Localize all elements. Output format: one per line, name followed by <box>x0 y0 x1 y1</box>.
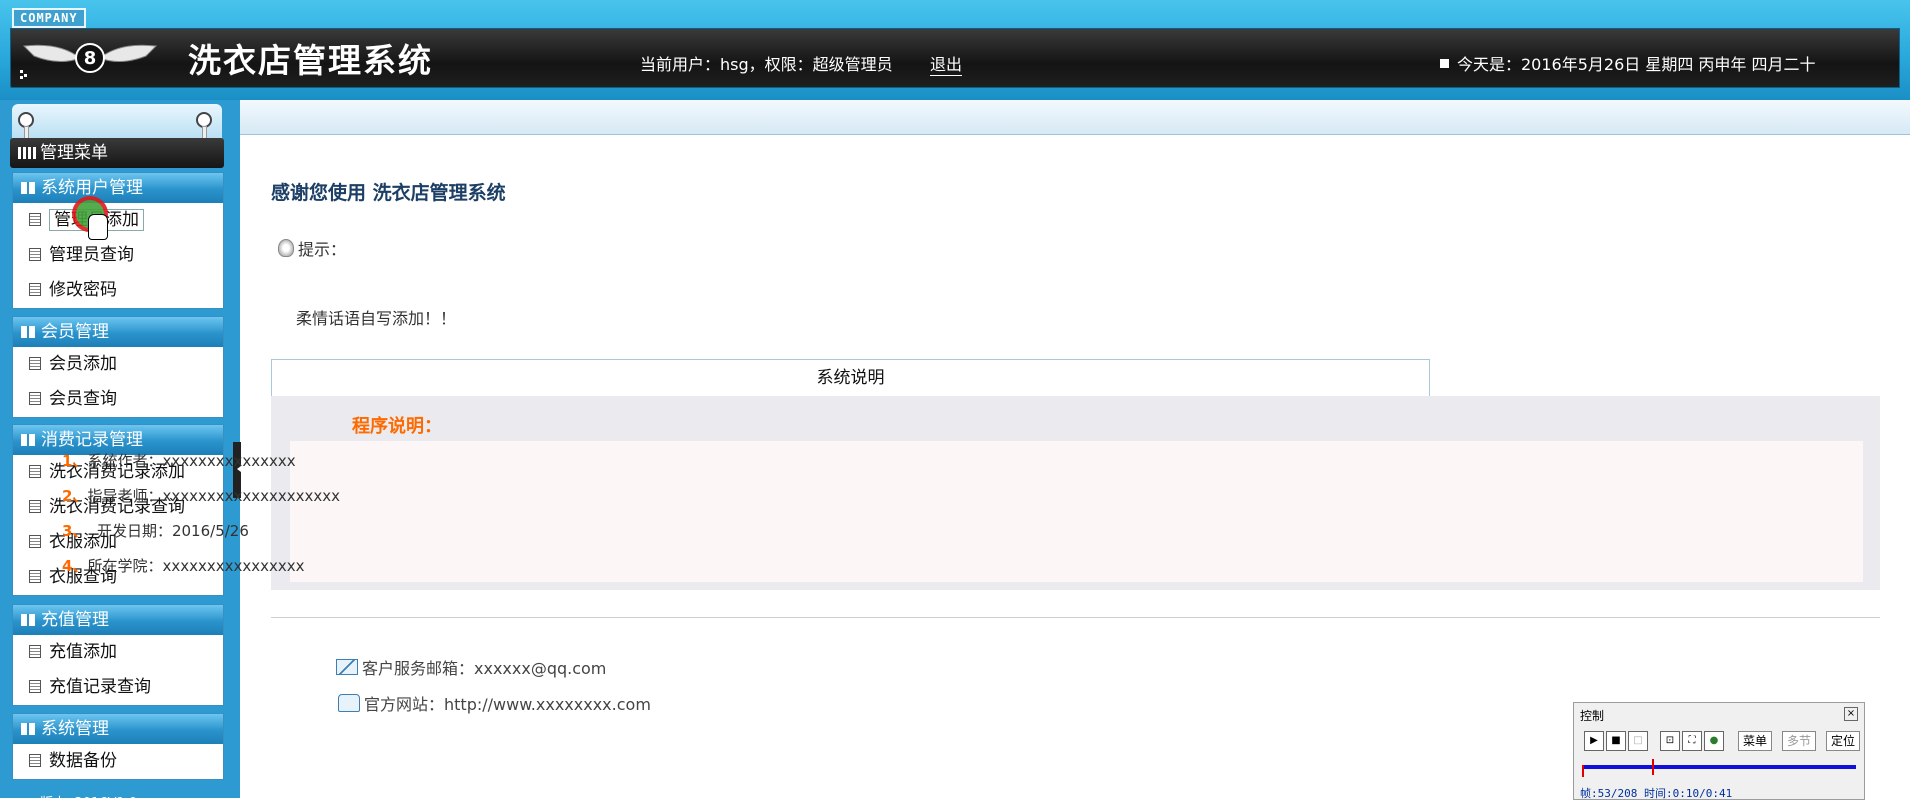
tip-label: 提示： <box>278 236 346 260</box>
document-icon <box>29 248 41 261</box>
menu-group-header[interactable]: 充值管理 <box>13 605 223 635</box>
current-user-info: 当前用户：hsg，权限：超级管理员 <box>640 55 893 74</box>
sidebar-item-query-admin[interactable]: 管理员查询 <box>13 238 223 273</box>
cursor-highlight-icon[interactable]: ● <box>1704 731 1724 751</box>
playback-control-panel: 控制 × ▶ ■ □ ⊡ ⛶ ● 菜单 多节 定位 帧:53/208 时间:0:… <box>1573 702 1865 800</box>
document-icon <box>29 465 41 478</box>
menu-group-recharge: 充值管理 充值添加 充值记录查询 <box>12 604 224 706</box>
document-icon <box>29 213 41 226</box>
program-item: 2、指导老师：xxxxxxxxxxxxxxxxxxxx <box>62 487 340 505</box>
program-description-list <box>290 441 1863 582</box>
program-item: 1、系统作者：xxxxxxxxxxxxxxx <box>62 452 296 470</box>
pin-icon <box>18 112 34 144</box>
winged-logo-icon: 8 <box>20 43 158 79</box>
play-icon[interactable]: ▶ <box>1584 731 1604 751</box>
playback-progress-track[interactable] <box>1582 765 1856 769</box>
lightbulb-icon <box>278 239 294 257</box>
book-icon <box>21 182 35 194</box>
book-icon <box>21 723 35 735</box>
document-icon <box>29 754 41 767</box>
app-title: 洗衣店管理系统 <box>188 41 433 80</box>
menu-title: 管理菜单 <box>10 138 224 168</box>
playback-position-marker[interactable] <box>1651 759 1654 775</box>
grid-icon <box>18 147 36 159</box>
phone-icon <box>338 694 360 712</box>
pause-icon[interactable]: □ <box>1628 731 1648 751</box>
menu-group-members: 会员管理 会员添加 会员查询 <box>12 316 224 418</box>
date-display: 今天是：2016年5月26日 星期四 丙申年 四月二十 <box>1440 51 1816 75</box>
program-item: 3、 开发日期：2016/5/26 <box>62 522 249 540</box>
welcome-heading: 感谢您使用 洗衣店管理系统 <box>271 182 506 204</box>
menu-group-system-users: 系统用户管理 管理员添加 管理员查询 修改密码 <box>12 172 224 309</box>
document-icon <box>29 283 41 296</box>
mail-icon <box>336 659 358 675</box>
sidebar-item-query-member[interactable]: 会员查询 <box>13 382 223 417</box>
sidebar-item-add-admin[interactable]: 管理员添加 <box>13 203 223 238</box>
fullscreen-icon[interactable]: ⛶ <box>1682 731 1702 751</box>
sidebar-item-add-recharge[interactable]: 充值添加 <box>13 635 223 670</box>
company-badge: COMPANY <box>12 8 86 28</box>
logout-link[interactable]: 退出 <box>930 51 963 76</box>
menu-group-system: 系统管理 数据备份 <box>12 713 224 780</box>
system-description-header: 系统说明 <box>271 359 1430 397</box>
sidebar-item-query-recharge[interactable]: 充值记录查询 <box>13 670 223 705</box>
sidebar-item-change-password[interactable]: 修改密码 <box>13 273 223 308</box>
document-icon <box>29 500 41 513</box>
fit-window-icon[interactable]: ⊡ <box>1660 731 1680 751</box>
top-toolbar <box>0 100 1910 135</box>
playback-start-marker <box>1582 765 1584 777</box>
bullet-icon <box>1440 59 1449 68</box>
program-description-title: 程序说明： <box>352 416 442 437</box>
document-icon <box>29 392 41 405</box>
multi-section-button[interactable]: 多节 <box>1782 731 1817 751</box>
sidebar-top-panel <box>12 104 222 140</box>
document-icon <box>29 535 41 548</box>
version-label: 版本: 2016V1.0 <box>40 796 138 811</box>
service-email: 客户服务邮箱：xxxxxx@qq.com <box>336 655 606 679</box>
sidebar-item-add-member[interactable]: 会员添加 <box>13 347 223 382</box>
document-icon <box>29 680 41 693</box>
official-website: 官方网站：http://www.xxxxxxxx.com <box>338 691 651 715</box>
tip-text: 柔情话语自写添加！！ <box>296 309 457 328</box>
menu-group-header[interactable]: 系统管理 <box>13 714 223 744</box>
program-item: 4、所在学院：xxxxxxxxxxxxxxxx <box>62 557 305 575</box>
book-icon <box>21 326 35 338</box>
sidebar-item-data-backup[interactable]: 数据备份 <box>13 744 223 779</box>
svg-text:8: 8 <box>84 48 97 69</box>
close-icon[interactable]: × <box>1844 707 1858 721</box>
hand-cursor-icon <box>88 214 108 240</box>
locate-button[interactable]: 定位 <box>1826 731 1861 751</box>
control-panel-title: 控制 <box>1580 709 1605 723</box>
pin-icon <box>196 112 212 144</box>
document-icon <box>29 645 41 658</box>
book-icon <box>21 434 35 446</box>
menu-group-header[interactable]: 系统用户管理 <box>13 173 223 203</box>
playback-status: 帧:53/208 时间:0:10/0:41 <box>1580 787 1733 800</box>
content-divider <box>271 617 1880 618</box>
menu-button[interactable]: 菜单 <box>1738 731 1773 751</box>
document-icon <box>29 570 41 583</box>
date-text: 今天是：2016年5月26日 星期四 丙申年 四月二十 <box>1457 55 1816 74</box>
book-icon <box>21 614 35 626</box>
stop-icon[interactable]: ■ <box>1606 731 1626 751</box>
menu-group-header[interactable]: 会员管理 <box>13 317 223 347</box>
document-icon <box>29 357 41 370</box>
